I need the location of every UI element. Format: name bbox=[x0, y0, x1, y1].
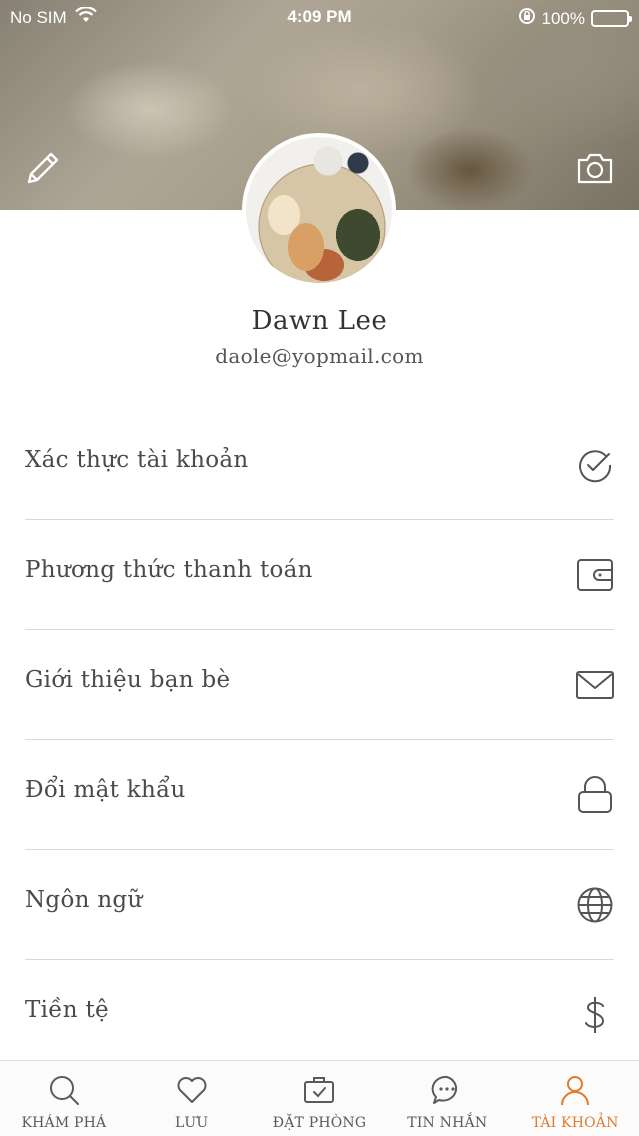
wallet-icon bbox=[576, 556, 614, 594]
battery-percent: 100% bbox=[541, 8, 585, 28]
camera-icon[interactable] bbox=[576, 151, 614, 185]
dollar-icon bbox=[576, 996, 614, 1034]
envelope-icon bbox=[576, 666, 614, 704]
edit-icon[interactable] bbox=[24, 149, 62, 187]
tab-label: TÀI KHOẢN bbox=[531, 1115, 619, 1131]
heart-icon bbox=[176, 1074, 208, 1106]
tab-saved[interactable]: LƯU bbox=[128, 1061, 256, 1136]
user-name: Dawn Lee bbox=[251, 306, 388, 336]
account-menu: Xác thực tài khoản Phương thức thanh toá… bbox=[0, 410, 639, 1070]
tab-booking[interactable]: ĐẶT PHÒNG bbox=[256, 1061, 384, 1136]
menu-item-verify-account[interactable]: Xác thực tài khoản bbox=[25, 410, 614, 520]
battery-icon bbox=[591, 10, 632, 27]
menu-item-label: Phương thức thanh toán bbox=[25, 557, 313, 583]
tab-messages[interactable]: TIN NHẮN bbox=[383, 1061, 511, 1136]
menu-item-label: Ngôn ngữ bbox=[25, 887, 143, 913]
booking-bag-icon bbox=[303, 1074, 335, 1106]
menu-item-label: Tiền tệ bbox=[25, 997, 109, 1023]
globe-icon bbox=[576, 886, 614, 924]
menu-item-change-password[interactable]: Đổi mật khẩu bbox=[25, 740, 614, 850]
menu-item-label: Giới thiệu bạn bè bbox=[25, 667, 231, 693]
rotation-lock-icon bbox=[518, 7, 536, 30]
menu-item-currency[interactable]: Tiền tệ bbox=[25, 960, 614, 1070]
lock-icon bbox=[576, 776, 614, 814]
user-icon bbox=[559, 1074, 591, 1106]
user-email: daole@yopmail.com bbox=[215, 344, 424, 368]
search-icon bbox=[48, 1074, 80, 1106]
tab-label: ĐẶT PHÒNG bbox=[272, 1115, 367, 1131]
menu-item-label: Đổi mật khẩu bbox=[25, 777, 186, 803]
verified-check-icon bbox=[576, 446, 614, 484]
chat-bubble-icon bbox=[431, 1074, 463, 1106]
menu-item-label: Xác thực tài khoản bbox=[25, 447, 249, 473]
tab-explore[interactable]: KHÁM PHÁ bbox=[0, 1061, 128, 1136]
status-bar: No SIM 4:09 PM 100% bbox=[0, 0, 639, 34]
menu-item-invite-friends[interactable]: Giới thiệu bạn bè bbox=[25, 630, 614, 740]
tab-account[interactable]: TÀI KHOẢN bbox=[511, 1061, 639, 1136]
tab-label: KHÁM PHÁ bbox=[21, 1115, 107, 1131]
tab-label: TIN NHẮN bbox=[407, 1115, 488, 1131]
menu-item-payment-method[interactable]: Phương thức thanh toán bbox=[25, 520, 614, 630]
avatar[interactable] bbox=[242, 133, 396, 287]
bottom-tab-bar: KHÁM PHÁ LƯU ĐẶT PHÒNG TIN NHẮN TÀI KHOẢ… bbox=[0, 1060, 639, 1136]
tab-label: LƯU bbox=[174, 1115, 209, 1131]
menu-item-language[interactable]: Ngôn ngữ bbox=[25, 850, 614, 960]
